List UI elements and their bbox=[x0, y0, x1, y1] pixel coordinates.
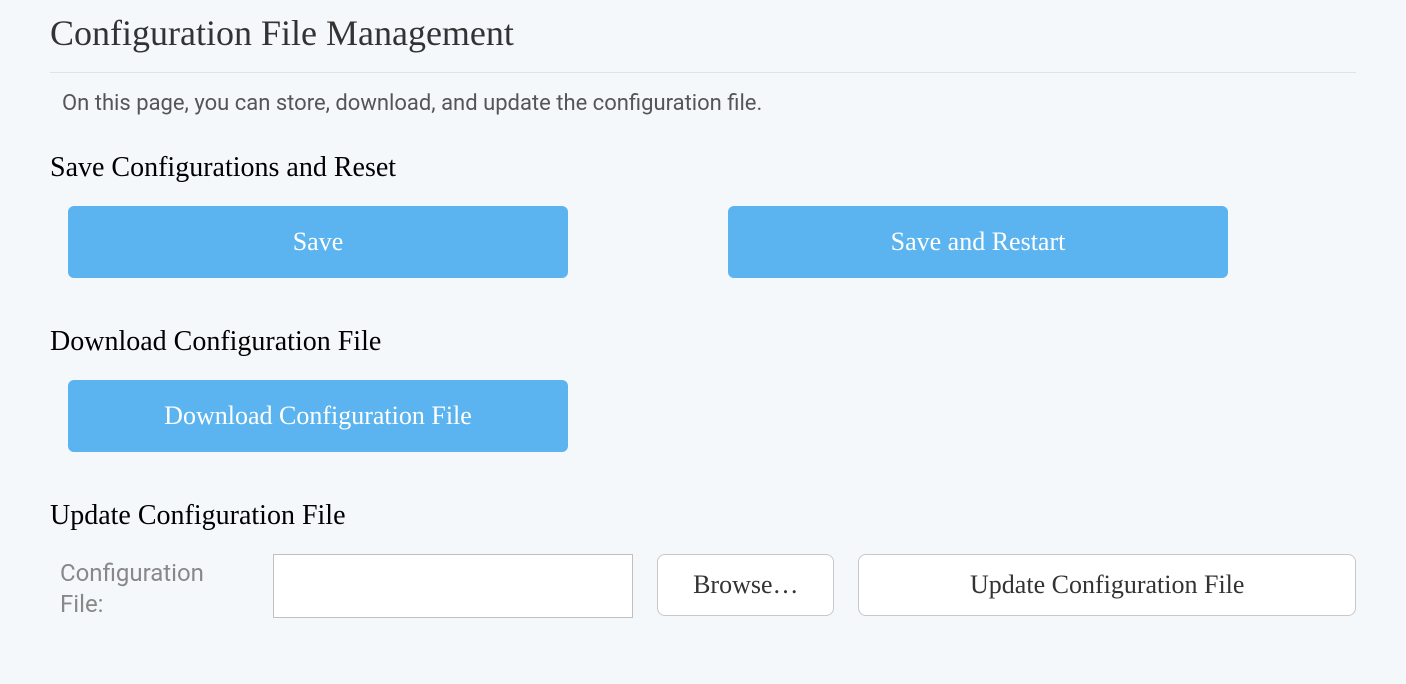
page-title: Configuration File Management bbox=[50, 12, 1356, 54]
config-file-input[interactable] bbox=[273, 554, 633, 618]
config-file-label: Configuration File: bbox=[60, 554, 249, 620]
update-config-button[interactable]: Update Configuration File bbox=[858, 554, 1356, 616]
divider bbox=[50, 72, 1356, 73]
download-button[interactable]: Download Configuration File bbox=[68, 380, 568, 452]
download-section-heading: Download Configuration File bbox=[50, 326, 1356, 358]
page-description: On this page, you can store, download, a… bbox=[62, 91, 1356, 116]
save-section-heading: Save Configurations and Reset bbox=[50, 152, 1356, 184]
browse-button[interactable]: Browse… bbox=[657, 554, 834, 616]
update-section-heading: Update Configuration File bbox=[50, 500, 1356, 532]
save-restart-button[interactable]: Save and Restart bbox=[728, 206, 1228, 278]
save-button[interactable]: Save bbox=[68, 206, 568, 278]
